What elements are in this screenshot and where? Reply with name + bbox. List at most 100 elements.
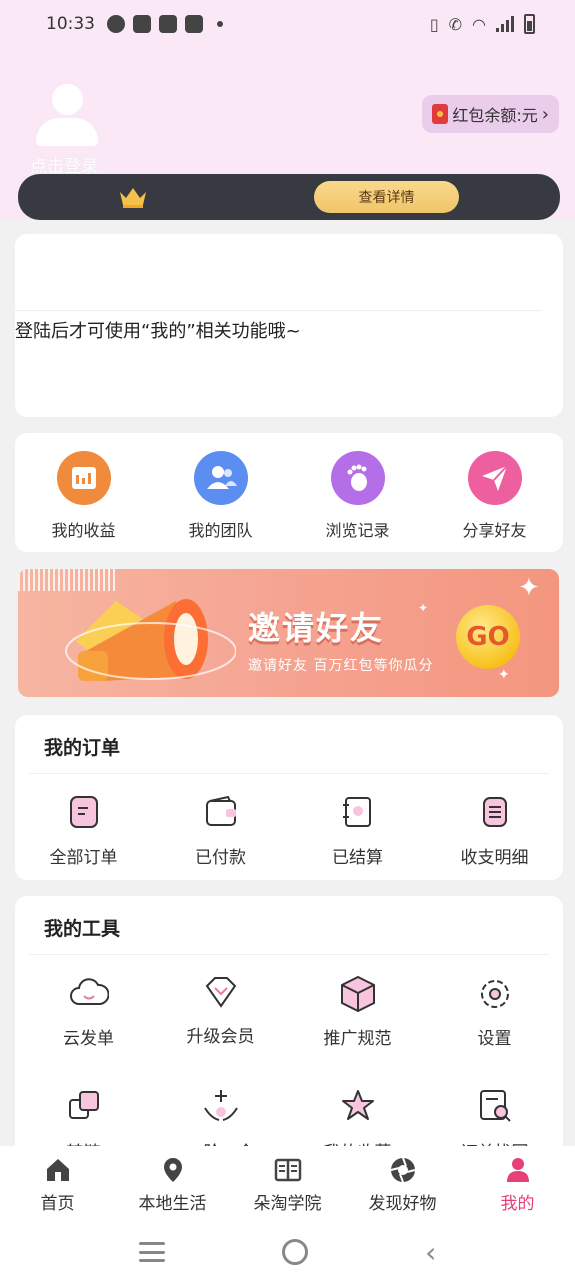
tool-cloud-send[interactable]: 云发单 (15, 974, 152, 1049)
tool-promo-rules[interactable]: 推广规范 (289, 974, 426, 1049)
tab-mine[interactable]: 我的 (460, 1146, 575, 1224)
quick-action-label: 浏览记录 (325, 521, 390, 540)
tab-label: 发现好物 (368, 1194, 437, 1214)
tool-label: 升级会员 (186, 1027, 255, 1047)
tab-academy[interactable]: 朵淘学院 (230, 1146, 345, 1224)
tools-grid-row1: 云发单 升级会员 推广规范 设置 (15, 974, 563, 1049)
red-packet-icon (432, 104, 449, 124)
tool-label: 云发单 (63, 1029, 114, 1049)
quick-action-label: 我的收益 (51, 521, 116, 540)
bag-icon (133, 15, 151, 33)
invite-friends-banner[interactable]: 邀请好友 邀请好友 百万红包等你瓜分 GO ✦ ✦ ✦ (18, 569, 559, 697)
tool-settings[interactable]: 设置 (426, 974, 563, 1049)
tool-label: 推广规范 (323, 1029, 392, 1049)
vip-details-button[interactable]: 查看详情 (314, 181, 459, 213)
sparkle-icon: ✦ (418, 601, 429, 615)
order-label: 已付款 (195, 848, 246, 868)
system-navigation-bar: ‹ (0, 1224, 575, 1280)
star-icon (341, 1090, 374, 1120)
home-button-icon[interactable] (281, 1239, 308, 1265)
order-search-icon (479, 1090, 511, 1122)
back-icon[interactable]: ‹ (425, 1236, 436, 1269)
signal-icon (496, 16, 514, 32)
quick-action-label: 分享好友 (462, 521, 527, 540)
bag-icon (185, 15, 203, 33)
aperture-icon (390, 1157, 415, 1183)
share-icon (467, 451, 522, 505)
tab-label: 本地生活 (138, 1194, 207, 1214)
order-ledger[interactable]: 收支明细 (426, 795, 563, 868)
gear-icon (480, 980, 509, 1008)
tools-title: 我的工具 (44, 918, 121, 940)
calendar-icon (56, 451, 111, 505)
red-packet-balance-button[interactable]: 红包余额:元 › (422, 95, 559, 133)
tool-upgrade-vip[interactable]: 升级会员 (152, 974, 289, 1049)
bottom-navigation: 首页 本地生活 朵淘学院 发现好物 我的 (0, 1146, 575, 1224)
battery-icon (524, 14, 535, 34)
avatar-head (52, 84, 83, 115)
orders-grid: 全部订单 已付款 已结算 收支明细 (15, 795, 563, 868)
tab-label: 首页 (40, 1194, 75, 1214)
status-bar: 10:33 ▯ ✆ ◠ (0, 0, 575, 48)
tools-card: 我的工具 云发单 升级会员 推广规范 设置 转链 二阶一今 我的 (15, 896, 563, 1163)
book-icon (274, 1158, 301, 1182)
bag-icon (159, 15, 177, 33)
orders-card: 我的订单 全部订单 已付款 已结算 收支明细 (15, 715, 563, 880)
order-all[interactable]: 全部订单 (15, 795, 152, 868)
quick-action-label: 我的团队 (188, 521, 253, 540)
quick-action-team[interactable]: 我的团队 (152, 451, 289, 541)
crown-icon (120, 188, 146, 208)
sparkle-icon: ✦ (518, 573, 540, 603)
location-icon (163, 1158, 182, 1182)
order-label: 已结算 (332, 848, 383, 868)
login-notice-card: 登陆后才可使用“我的”相关功能哦~ (15, 234, 563, 417)
box-icon (340, 975, 375, 1013)
divider (29, 954, 549, 955)
recent-apps-icon[interactable] (138, 1242, 165, 1262)
quick-action-earnings[interactable]: 我的收益 (15, 451, 152, 541)
tab-label: 朵淘学院 (253, 1194, 322, 1214)
quick-actions-grid: 我的收益 我的团队 浏览记录 分享好友 (15, 451, 563, 541)
vip-bar: 查看详情 (18, 174, 560, 220)
banner-subtitle: 邀请好友 百万红包等你瓜分 (248, 658, 434, 674)
status-time: 10:33 (46, 14, 95, 34)
wifi-call-icon: ✆ (448, 14, 463, 34)
tool-label: 设置 (477, 1029, 512, 1049)
tab-discover[interactable]: 发现好物 (345, 1146, 460, 1224)
diamond-icon (205, 977, 236, 1008)
avatar-body (36, 118, 98, 146)
all-orders-icon (69, 796, 98, 828)
order-label: 全部订单 (49, 848, 118, 868)
tab-label: 我的 (500, 1194, 535, 1214)
wifi-icon: ◠ (472, 14, 486, 34)
divider (29, 773, 549, 774)
cloud-icon (69, 978, 109, 1005)
convert-link-icon (68, 1091, 99, 1119)
order-settled[interactable]: 已结算 (289, 795, 426, 868)
ledger-icon (482, 797, 507, 827)
order-label: 收支明细 (460, 848, 529, 868)
settled-icon (342, 797, 371, 827)
login-notice-text: 登陆后才可使用“我的”相关功能哦~ (15, 321, 301, 342)
user-icon (506, 1158, 529, 1182)
quick-actions-card: 我的收益 我的团队 浏览记录 分享好友 (15, 433, 563, 552)
tab-home[interactable]: 首页 (0, 1146, 115, 1224)
red-packet-label: 红包余额:元 (452, 106, 538, 125)
orders-title: 我的订单 (44, 737, 121, 759)
more-notifications-icon (217, 21, 223, 27)
home-icon (46, 1159, 69, 1181)
go-button[interactable]: GO (456, 605, 520, 669)
vibrate-icon: ▯ (429, 14, 439, 34)
divider (15, 310, 541, 311)
sparkle-icon: ✦ (498, 667, 510, 683)
banner-title: 邀请好友 (248, 609, 385, 647)
quick-action-history[interactable]: 浏览记录 (289, 451, 426, 541)
tab-local-life[interactable]: 本地生活 (115, 1146, 230, 1224)
avatar[interactable] (36, 84, 98, 146)
quick-action-share[interactable]: 分享好友 (426, 451, 563, 541)
chevron-right-icon: › (541, 103, 549, 125)
megaphone-icon (65, 599, 236, 681)
order-paid[interactable]: 已付款 (152, 795, 289, 868)
team-icon (193, 451, 248, 505)
wallet-icon (205, 795, 236, 826)
